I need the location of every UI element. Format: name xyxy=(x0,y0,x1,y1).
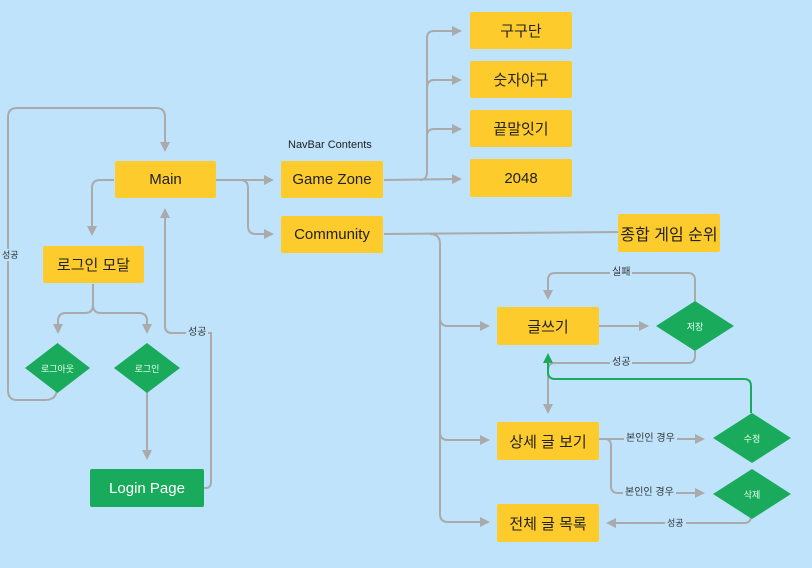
decision-login-label: 로그인 xyxy=(134,363,160,374)
edge-community-detail xyxy=(439,320,490,445)
decision-edit[interactable]: 수정 xyxy=(713,413,791,463)
decision-save[interactable]: 저장 xyxy=(656,301,734,351)
decision-delete[interactable]: 삭제 xyxy=(713,469,791,519)
edge-community-ranking xyxy=(383,231,621,235)
edge-label-logout-success: 성공 xyxy=(0,249,21,261)
node-list[interactable]: 전체 글 목록 xyxy=(497,504,599,542)
decision-logout[interactable]: 로그아웃 xyxy=(25,343,90,393)
edge-label-own-delete: 본인인 경우 xyxy=(623,487,676,499)
node-login-page[interactable]: Login Page xyxy=(90,469,204,507)
decision-edit-label: 수정 xyxy=(743,433,761,444)
node-baseball[interactable]: 숫자야구 xyxy=(470,61,572,98)
decision-delete-label: 삭제 xyxy=(743,489,761,500)
edge-gamezone-wordchain xyxy=(426,124,462,137)
edge-loginmodal-login xyxy=(92,304,152,334)
node-2048[interactable]: 2048 xyxy=(470,159,572,197)
decision-save-label: 저장 xyxy=(686,321,704,332)
node-word-chain[interactable]: 끝말잇기 xyxy=(470,110,572,147)
edge-label-delete-success: 성공 xyxy=(665,517,686,529)
node-login-modal[interactable]: 로그인 모달 xyxy=(43,246,144,283)
decision-login[interactable]: 로그인 xyxy=(114,343,180,393)
edge-gamezone-gugudan xyxy=(419,26,462,181)
decision-logout-label: 로그아웃 xyxy=(40,363,75,374)
edge-community-list xyxy=(439,430,490,527)
edge-detail-delete xyxy=(604,438,705,498)
node-community[interactable]: Community xyxy=(281,216,383,253)
edge-gamezone-baseball xyxy=(426,75,462,89)
edge-main-community xyxy=(239,179,274,239)
edge-loginmodal-logout xyxy=(53,284,94,334)
node-write[interactable]: 글쓰기 xyxy=(497,307,599,345)
node-game-zone[interactable]: Game Zone xyxy=(281,161,383,198)
edge-community-write xyxy=(429,233,490,331)
node-detail[interactable]: 상세 글 보기 xyxy=(497,422,599,460)
edge-label-save-success: 성공 xyxy=(610,357,633,369)
section-title-navbar-contents: NavBar Contents xyxy=(288,139,372,151)
node-gugudan[interactable]: 구구단 xyxy=(470,12,572,49)
edge-main-loginmodal xyxy=(87,179,114,236)
edge-label-own-edit: 본인인 경우 xyxy=(624,433,677,445)
edge-label-login-success: 성공 xyxy=(186,327,209,339)
node-ranking[interactable]: 종합 게임 순위 xyxy=(618,214,720,252)
node-main[interactable]: Main xyxy=(115,161,216,198)
edge-label-save-fail: 실패 xyxy=(610,267,633,279)
